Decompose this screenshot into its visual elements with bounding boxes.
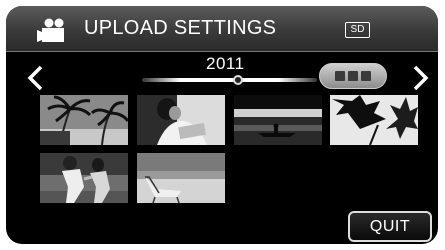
timeline-slider[interactable] (142, 75, 317, 85)
video-camera-icon (37, 18, 64, 42)
quit-button[interactable]: QUIT (348, 211, 432, 242)
thumbnail-palm-trees[interactable] (40, 95, 128, 145)
chevron-left-icon[interactable] (24, 63, 48, 93)
thumbnail-maple-leaves[interactable] (330, 95, 418, 145)
year-label: 2011 (206, 54, 245, 73)
page-jump-icon (361, 71, 371, 81)
upload-settings-screen: UPLOAD SETTINGS SD 2011 QUIT (6, 6, 438, 244)
chevron-right-icon[interactable] (408, 63, 432, 93)
sd-card-badge: SD (345, 22, 370, 38)
thumbnail-couple-jogging[interactable] (40, 153, 128, 203)
page-title: UPLOAD SETTINGS (84, 17, 277, 39)
thumbnail-beach-chair[interactable] (137, 153, 225, 203)
page-jump-button[interactable] (319, 63, 387, 89)
timeline-track (142, 78, 317, 82)
thumbnail-canoe-lake[interactable] (234, 95, 322, 145)
timeline-knob[interactable] (233, 75, 243, 85)
thumbnail-woman-laptop[interactable] (137, 95, 225, 145)
page-jump-icon (335, 71, 345, 81)
header-bar: UPLOAD SETTINGS SD (6, 6, 438, 52)
page-jump-icon (348, 71, 358, 81)
